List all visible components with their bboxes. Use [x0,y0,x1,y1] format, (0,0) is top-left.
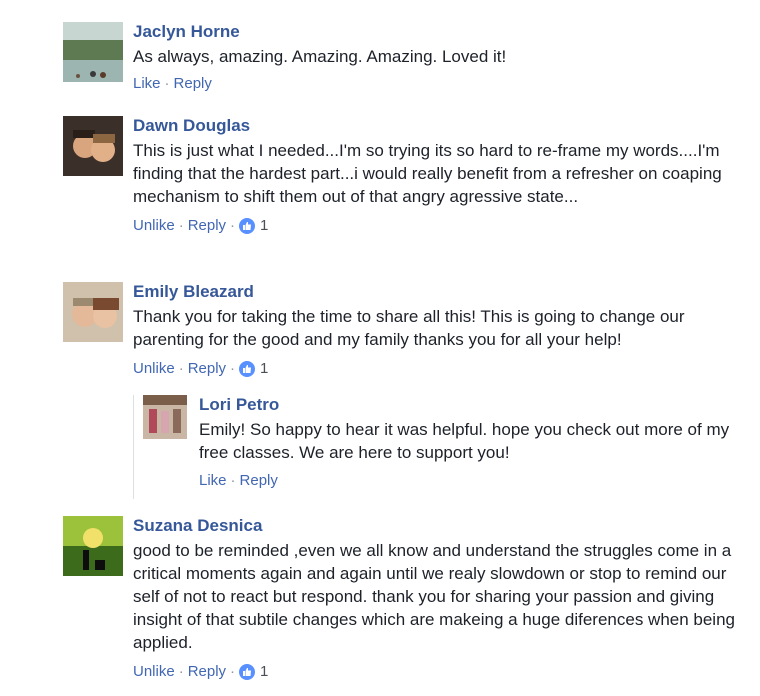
like-count-badge[interactable]: 1 [239,360,268,378]
comment-text: Emily! So happy to hear it was helpful. … [199,420,730,462]
comment-text: Thank you for taking the time to share a… [133,307,685,349]
separator-dot: · [230,217,236,234]
reply-thread-line [133,395,134,499]
reply-link[interactable]: Reply [188,360,226,378]
unlike-link[interactable]: Unlike [133,360,175,378]
separator-dot: · [230,360,236,377]
reply-link[interactable]: Reply [188,217,226,235]
like-count-badge[interactable]: 1 [239,217,268,235]
comment-author[interactable]: Jaclyn Horne [133,22,743,42]
avatar[interactable] [63,282,123,342]
thumbs-up-icon [239,361,256,377]
thumbs-up-icon [239,218,256,234]
like-count: 1 [260,663,269,680]
avatar[interactable] [63,22,123,82]
avatar[interactable] [63,516,123,576]
comment-text: good to be reminded ,even we all know an… [133,541,735,652]
thumbs-up-icon [239,664,256,680]
comment-author[interactable]: Emily Bleazard [133,282,743,302]
like-link[interactable]: Like [199,472,227,490]
comment-author[interactable]: Suzana Desnica [133,516,743,536]
separator-dot: · [178,360,184,377]
avatar[interactable] [63,116,123,176]
separator-dot: · [230,472,236,489]
comment-text: As always, amazing. Amazing. Amazing. Lo… [133,47,507,66]
avatar[interactable] [143,395,187,439]
comment-text: This is just what I needed...I'm so tryi… [133,141,722,206]
separator-dot: · [178,663,184,680]
separator-dot: · [164,75,170,92]
separator-dot: · [230,663,236,680]
unlike-link[interactable]: Unlike [133,663,175,681]
reply-link[interactable]: Reply [240,472,278,490]
like-count: 1 [260,217,269,234]
unlike-link[interactable]: Unlike [133,217,175,235]
comment-author[interactable]: Dawn Douglas [133,116,743,136]
comment-author[interactable]: Lori Petro [199,395,743,415]
like-count-badge[interactable]: 1 [239,663,268,681]
reply-link[interactable]: Reply [174,75,212,93]
reply-link[interactable]: Reply [188,663,226,681]
separator-dot: · [178,217,184,234]
like-count: 1 [260,360,269,377]
like-link[interactable]: Like [133,75,161,93]
